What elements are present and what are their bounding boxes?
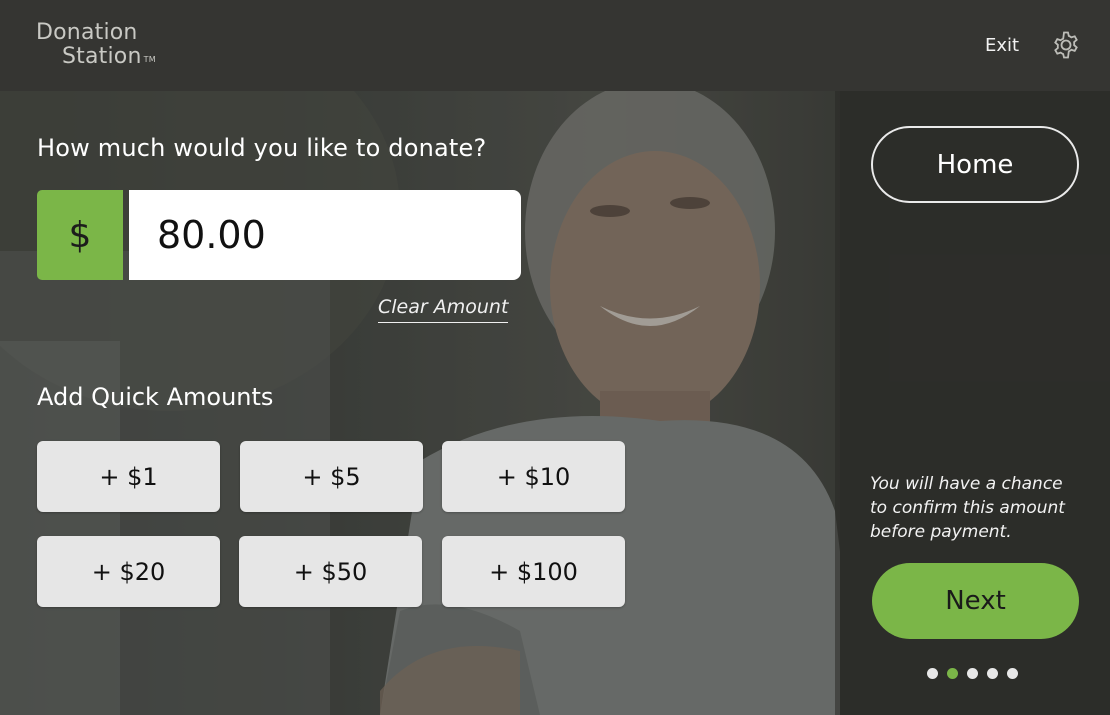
next-button[interactable]: Next [872,563,1079,639]
step-indicator [927,668,1018,679]
clear-amount-link[interactable]: Clear Amount [378,296,509,323]
amount-input[interactable]: 80.00 [129,190,521,280]
donation-question: How much would you like to donate? [37,134,487,162]
step-dot-1 [927,668,938,679]
logo-line-1: Donation [36,20,138,45]
quick-amount-button-5[interactable]: + $5 [240,441,423,512]
quick-amount-button-50[interactable]: + $50 [239,536,422,607]
step-dot-3 [967,668,978,679]
currency-symbol: $ [37,190,123,280]
quick-amount-button-100[interactable]: + $100 [442,536,625,607]
quick-amounts-title: Add Quick Amounts [37,383,274,411]
step-dot-5 [1007,668,1018,679]
confirm-note: You will have a chance to confirm this a… [870,474,1065,542]
exit-button[interactable]: Exit [985,35,1019,56]
step-dot-4 [987,668,998,679]
home-button[interactable]: Home [871,126,1079,203]
quick-amount-button-10[interactable]: + $10 [442,441,625,512]
step-dot-2 [947,668,958,679]
brand-logo: Donation Station TM [36,21,156,69]
gear-icon [1054,31,1078,59]
settings-button[interactable] [1051,30,1081,60]
logo-line-2: Station [62,44,142,69]
quick-amount-button-1[interactable]: + $1 [37,441,220,512]
logo-trademark: TM [143,55,156,64]
quick-amount-button-20[interactable]: + $20 [37,536,220,607]
app-header: Donation Station TM Exit [0,0,1110,91]
